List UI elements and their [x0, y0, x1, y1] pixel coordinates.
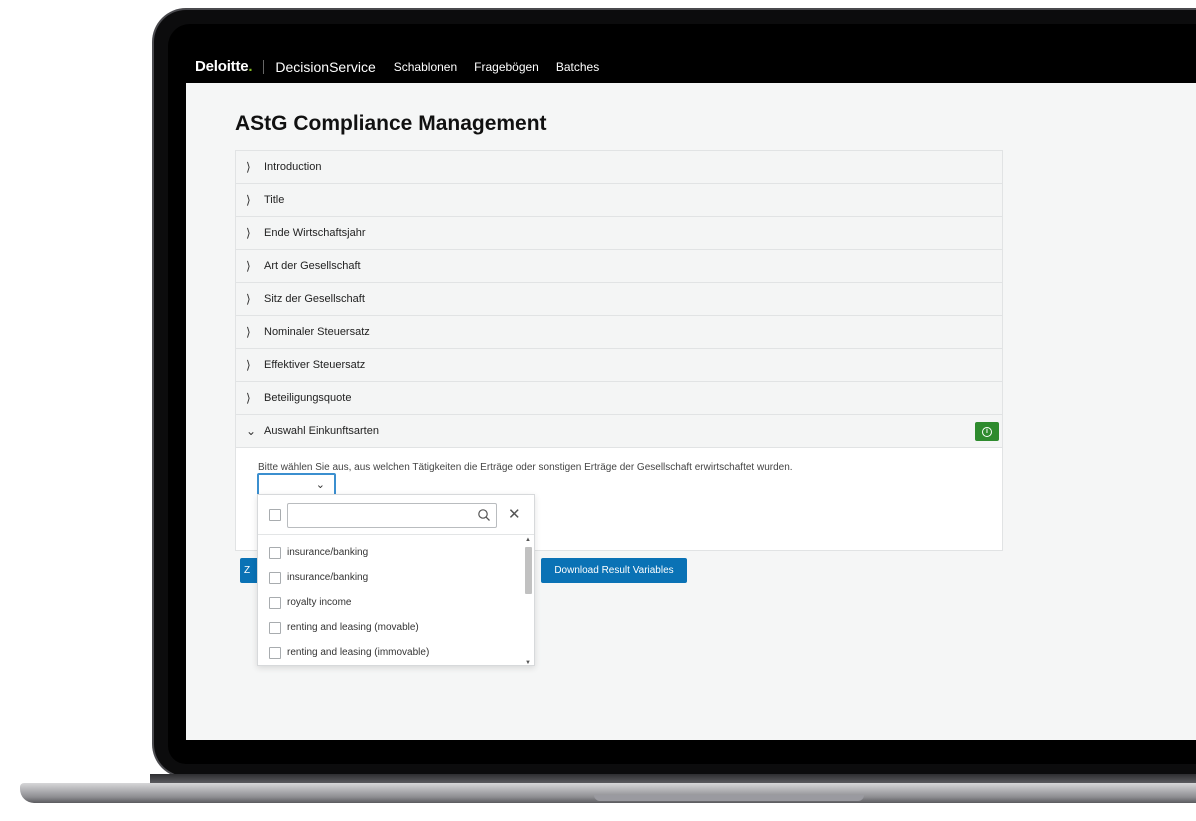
option-label: renting and leasing (immovable): [287, 647, 430, 658]
accordion-item-auswahl-einkunftsarten[interactable]: ⌄ Auswahl Einkunftsarten i: [236, 415, 1002, 448]
option-checkbox[interactable]: [269, 596, 281, 609]
option-label: insurance/banking: [287, 547, 369, 558]
chevron-down-icon: ⌄: [246, 424, 257, 438]
accordion-item-introduction[interactable]: ⟩ Introduction: [236, 151, 1002, 184]
close-icon[interactable]: ✕: [508, 505, 521, 523]
dropdown-option[interactable]: royalty income: [258, 590, 524, 615]
nav-link-batches[interactable]: Batches: [556, 60, 599, 74]
chevron-right-icon: ⟩: [246, 160, 251, 174]
accordion-item-effektiver-steuersatz[interactable]: ⟩ Effektiver Steuersatz: [236, 349, 1002, 382]
option-label: insurance/banking: [287, 572, 369, 583]
option-checkbox[interactable]: [269, 646, 281, 659]
accordion-item-nominaler-steuersatz[interactable]: ⟩ Nominaler Steuersatz: [236, 316, 1002, 349]
accordion-item-label: Sitz der Gesellschaft: [264, 293, 365, 305]
app-name[interactable]: DecisionService: [275, 59, 375, 75]
accordion-item-label: Art der Gesellschaft: [264, 260, 361, 272]
download-result-variables-button[interactable]: Download Result Variables: [541, 558, 687, 583]
page-title: AStG Compliance Management: [235, 112, 547, 135]
accordion-item-label: Nominaler Steuersatz: [264, 326, 370, 338]
accordion-item-label: Beteiligungsquote: [264, 392, 352, 404]
questionnaire-accordion: ⟩ Introduction ⟩ Title ⟩ Ende Wirtschaft…: [235, 150, 1003, 551]
dropdown-search-input[interactable]: [287, 503, 497, 528]
scroll-thumb[interactable]: [525, 547, 532, 594]
dropdown-header: ✕: [258, 495, 534, 535]
nav-link-schablonen[interactable]: Schablonen: [394, 60, 457, 74]
brand-separator: [263, 59, 265, 74]
accordion-item-title[interactable]: ⟩ Title: [236, 184, 1002, 217]
option-label: renting and leasing (movable): [287, 622, 419, 633]
accordion-item-label: Effektiver Steuersatz: [264, 359, 366, 371]
dropdown-option-list: insurance/banking insurance/banking roya…: [258, 540, 524, 665]
info-icon: i: [982, 426, 992, 437]
search-icon[interactable]: [477, 508, 491, 522]
select-all-checkbox[interactable]: [269, 509, 281, 521]
laptop-notch: [594, 795, 864, 801]
option-label: royalty income: [287, 597, 352, 608]
chevron-right-icon: ⟩: [246, 292, 251, 306]
top-navigation-bar: Deloitte. DecisionService Schablonen Fra…: [186, 50, 1196, 83]
dropdown-option[interactable]: renting and leasing (movable): [258, 615, 524, 640]
accordion-item-art-der-gesellschaft[interactable]: ⟩ Art der Gesellschaft: [236, 250, 1002, 283]
chevron-right-icon: ⟩: [246, 358, 251, 372]
accordion-item-sitz-der-gesellschaft[interactable]: ⟩ Sitz der Gesellschaft: [236, 283, 1002, 316]
dropdown-scrollbar[interactable]: ▲ ▼: [524, 537, 532, 666]
accordion-item-label: Introduction: [264, 161, 322, 173]
option-checkbox[interactable]: [269, 571, 281, 584]
dropdown-option[interactable]: insurance/banking: [258, 540, 524, 565]
scroll-up-icon[interactable]: ▲: [525, 537, 531, 543]
dropdown-option[interactable]: insurance/banking: [258, 565, 524, 590]
accordion-item-label: Auswahl Einkunftsarten: [264, 425, 379, 437]
dropdown-option[interactable]: renting and leasing (immovable): [258, 640, 524, 665]
accordion-item-label: Title: [264, 194, 285, 206]
chevron-right-icon: ⟩: [246, 391, 251, 405]
accordion-item-label: Ende Wirtschaftsjahr: [264, 227, 366, 239]
nav-link-frageboegen[interactable]: Fragebögen: [474, 60, 539, 74]
brand-logo[interactable]: Deloitte.: [195, 58, 253, 75]
app-screen: Deloitte. DecisionService Schablonen Fra…: [186, 50, 1196, 740]
chevron-right-icon: ⟩: [246, 226, 251, 240]
option-checkbox[interactable]: [269, 621, 281, 634]
info-button[interactable]: i: [975, 422, 999, 441]
chevron-right-icon: ⟩: [246, 259, 251, 273]
multiselect-dropdown-panel: ✕ insurance/banking insurance/banking ro…: [257, 494, 535, 666]
chevron-right-icon: ⟩: [246, 325, 251, 339]
accordion-item-ende-wirtschaftsjahr[interactable]: ⟩ Ende Wirtschaftsjahr: [236, 217, 1002, 250]
chevron-right-icon: ⟩: [246, 193, 251, 207]
question-text: Bitte wählen Sie aus, aus welchen Tätigk…: [258, 462, 793, 473]
scroll-down-icon[interactable]: ▼: [525, 660, 531, 666]
accordion-item-beteiligungsquote[interactable]: ⟩ Beteiligungsquote: [236, 382, 1002, 415]
option-checkbox[interactable]: [269, 546, 281, 559]
chevron-down-icon: ⌄: [315, 479, 325, 491]
